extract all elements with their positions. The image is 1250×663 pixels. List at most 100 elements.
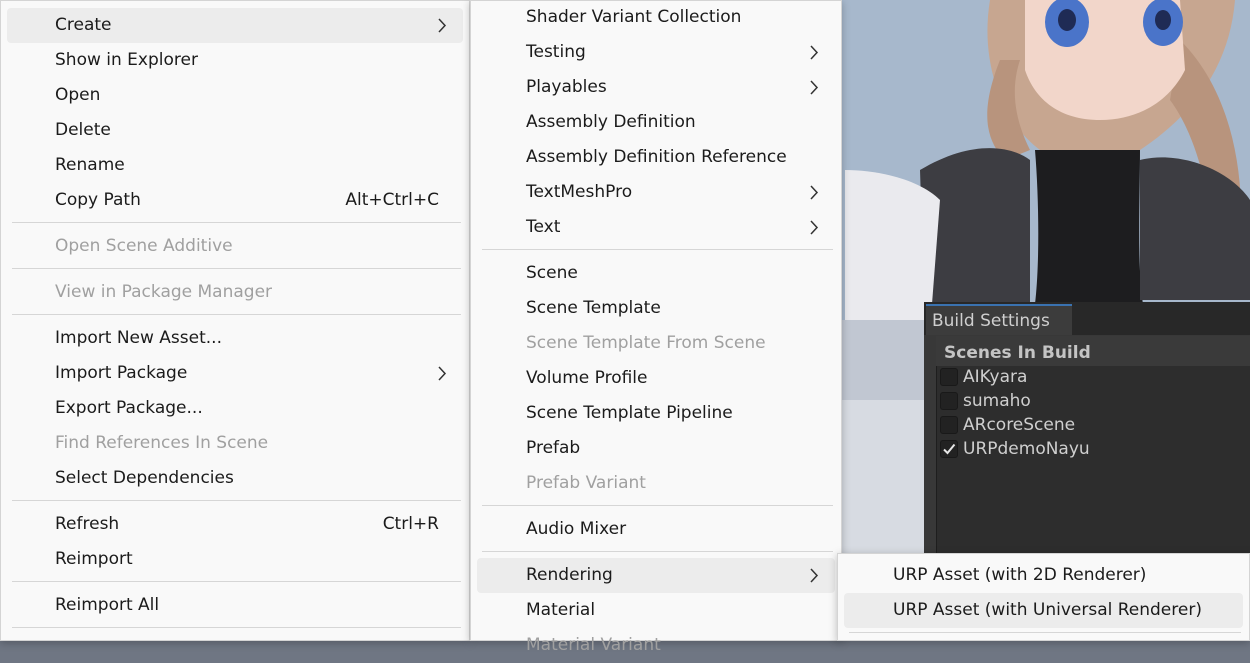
menu-separator xyxy=(482,249,833,250)
menu-separator xyxy=(12,222,461,223)
menu-item-import-package[interactable]: Import Package xyxy=(7,356,463,391)
menu-item-prefab[interactable]: Prefab xyxy=(477,431,835,466)
menu-item-label: Prefab Variant xyxy=(526,473,646,493)
menu-item-scene-template-from-scene: Scene Template From Scene xyxy=(477,326,835,361)
menu-item-label: Export Package... xyxy=(55,398,203,418)
menu-item-label: URP Asset (with Universal Renderer) xyxy=(893,600,1202,620)
menu-item-label: Material xyxy=(526,600,596,620)
menu-item-label: URP Asset (with 2D Renderer) xyxy=(893,565,1147,585)
menu-item-scene[interactable]: Scene xyxy=(477,256,835,291)
menu-item-label: Material Variant xyxy=(526,635,661,655)
menu-item-refresh[interactable]: Refresh Ctrl+R xyxy=(7,507,463,542)
scene-name: AIKyara xyxy=(963,367,1028,387)
menu-item-label: Testing xyxy=(526,42,586,62)
menu-item-label: Rename xyxy=(55,155,125,175)
menu-item-scene-template[interactable]: Scene Template xyxy=(477,291,835,326)
menu-item-label: Rendering xyxy=(526,565,613,585)
menu-item-label: Find References In Scene xyxy=(55,433,269,453)
menu-item-label: Scene Template xyxy=(526,298,661,318)
menu-item-label: TextMeshPro xyxy=(526,182,633,202)
menu-item-label: Audio Mixer xyxy=(526,519,627,539)
menu-item-label: Scene Template Pipeline xyxy=(526,403,733,423)
menu-item-prefab-variant: Prefab Variant xyxy=(477,466,835,501)
menu-item-testing[interactable]: Testing xyxy=(477,35,835,70)
menu-separator xyxy=(482,505,833,506)
menu-item-shader-variant-collection[interactable]: Shader Variant Collection xyxy=(477,0,835,35)
menu-item-reimport[interactable]: Reimport xyxy=(7,542,463,577)
scene-checkbox-checked[interactable] xyxy=(940,440,958,458)
menu-separator xyxy=(849,632,1241,633)
chevron-right-icon xyxy=(438,366,447,381)
menu-item-label: Shader Variant Collection xyxy=(526,7,742,27)
chevron-right-icon xyxy=(438,18,447,33)
menu-item-audio-mixer[interactable]: Audio Mixer xyxy=(477,512,835,547)
menu-separator xyxy=(12,314,461,315)
menu-item-reimport-all[interactable]: Reimport All xyxy=(7,588,463,623)
menu-item-show-in-explorer[interactable]: Show in Explorer xyxy=(7,43,463,78)
menu-item-rendering[interactable]: Rendering xyxy=(477,558,835,593)
menu-item-volume-profile[interactable]: Volume Profile xyxy=(477,361,835,396)
chevron-right-icon xyxy=(810,185,819,200)
menu-item-label: View in Package Manager xyxy=(55,282,273,302)
menu-item-select-dependencies[interactable]: Select Dependencies xyxy=(7,461,463,496)
menu-separator xyxy=(482,551,833,552)
menu-item-rename[interactable]: Rename xyxy=(7,148,463,183)
menu-item-material-variant: Material Variant xyxy=(477,628,835,663)
menu-item-label: Refresh xyxy=(55,514,120,534)
menu-item-urp-asset-universal-renderer[interactable]: URP Asset (with Universal Renderer) xyxy=(844,593,1243,628)
menu-item-create[interactable]: Create xyxy=(7,8,463,43)
menu-item-material[interactable]: Material xyxy=(477,593,835,628)
scenes-in-build-header: Scenes In Build xyxy=(936,336,1250,366)
menu-item-label: Select Dependencies xyxy=(55,468,234,488)
menu-separator xyxy=(12,500,461,501)
scene-name: sumaho xyxy=(963,391,1031,411)
menu-item-textmeshpro[interactable]: TextMeshPro xyxy=(477,175,835,210)
menu-item-assembly-definition[interactable]: Assembly Definition xyxy=(477,105,835,140)
chevron-right-icon xyxy=(810,80,819,95)
menu-item-label: Show in Explorer xyxy=(55,50,198,70)
menu-item-label: Playables xyxy=(526,77,607,97)
menu-item-copy-path[interactable]: Copy Path Alt+Ctrl+C xyxy=(7,183,463,218)
menu-item-assembly-definition-reference[interactable]: Assembly Definition Reference xyxy=(477,140,835,175)
build-settings-tab[interactable]: Build Settings xyxy=(926,304,1072,335)
menu-item-text[interactable]: Text xyxy=(477,210,835,245)
menu-item-label: Open xyxy=(55,85,101,105)
menu-separator xyxy=(12,268,461,269)
scene-checkbox[interactable] xyxy=(940,416,958,434)
menu-item-open[interactable]: Open xyxy=(7,78,463,113)
checkmark-icon xyxy=(943,443,956,455)
menu-item-label: Prefab xyxy=(526,438,581,458)
menu-item-label: Import New Asset... xyxy=(55,328,222,348)
scene-name: URPdemoNayu xyxy=(963,439,1090,459)
menu-item-shortcut: Ctrl+R xyxy=(382,514,439,534)
menu-item-label: Create xyxy=(55,15,112,35)
chevron-right-icon xyxy=(810,220,819,235)
menu-item-label: Copy Path xyxy=(55,190,141,210)
menu-item-label: Reimport xyxy=(55,549,133,569)
scene-checkbox[interactable] xyxy=(940,392,958,410)
menu-item-label: Scene Template From Scene xyxy=(526,333,766,353)
menu-item-label: Volume Profile xyxy=(526,368,648,388)
menu-item-delete[interactable]: Delete xyxy=(7,113,463,148)
menu-item-label: Text xyxy=(526,217,561,237)
rendering-submenu: URP Asset (with 2D Renderer) URP Asset (… xyxy=(837,553,1250,641)
menu-item-label: Open Scene Additive xyxy=(55,236,233,256)
chevron-right-icon xyxy=(810,45,819,60)
menu-separator xyxy=(12,581,461,582)
menu-item-find-references-in-scene: Find References In Scene xyxy=(7,426,463,461)
menu-item-scene-template-pipeline[interactable]: Scene Template Pipeline xyxy=(477,396,835,431)
menu-item-import-new-asset[interactable]: Import New Asset... xyxy=(7,321,463,356)
menu-item-label: Assembly Definition xyxy=(526,112,696,132)
menu-item-export-package[interactable]: Export Package... xyxy=(7,391,463,426)
menu-item-urp-asset-2d-renderer[interactable]: URP Asset (with 2D Renderer) xyxy=(844,558,1243,593)
menu-item-label: Scene xyxy=(526,263,578,283)
menu-item-label: Assembly Definition Reference xyxy=(526,147,787,167)
chevron-right-icon xyxy=(810,568,819,583)
menu-item-playables[interactable]: Playables xyxy=(477,70,835,105)
menu-item-view-in-package-manager: View in Package Manager xyxy=(7,275,463,310)
scene-checkbox[interactable] xyxy=(940,368,958,386)
menu-item-open-scene-additive: Open Scene Additive xyxy=(7,229,463,264)
create-submenu: Shader Variant Collection Testing Playab… xyxy=(470,0,842,655)
menu-item-label: Delete xyxy=(55,120,111,140)
scene-name: ARcoreScene xyxy=(963,415,1076,435)
